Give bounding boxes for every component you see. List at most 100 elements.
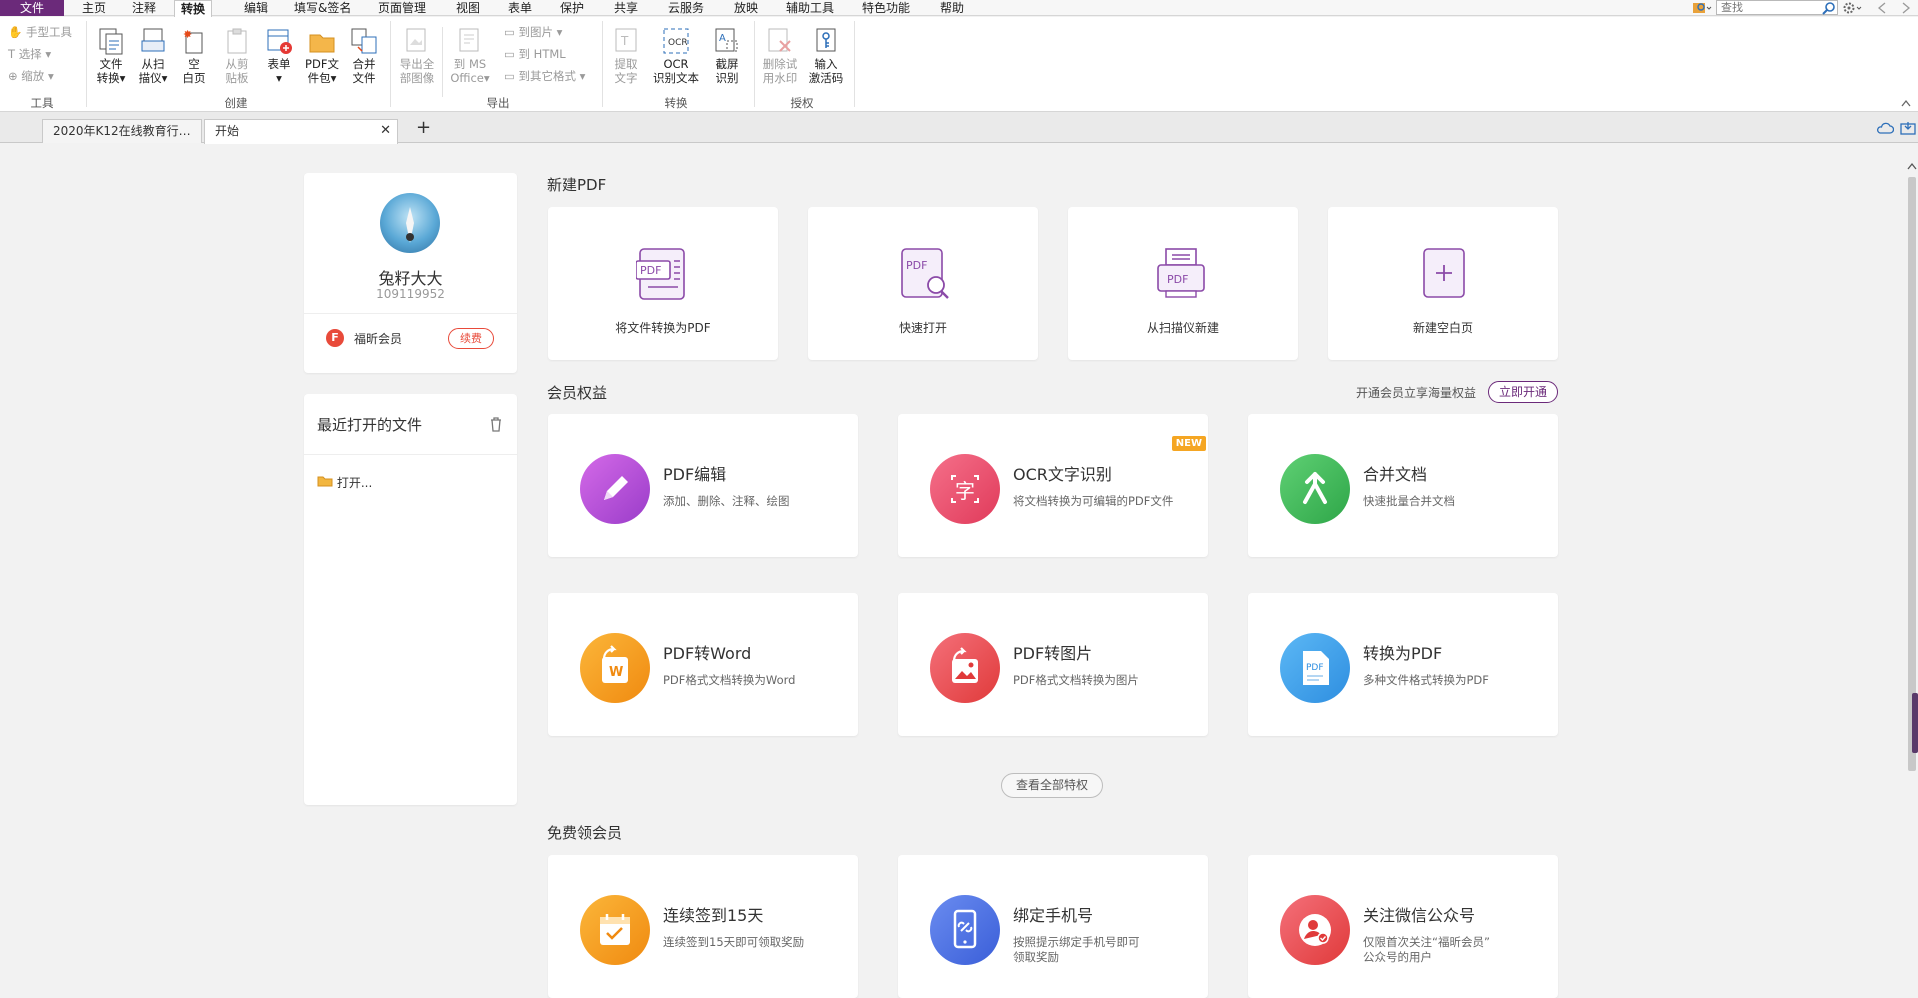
remove-watermark-label-2: 用水印	[762, 71, 798, 85]
menu-fill-sign[interactable]: 填写&签名	[288, 0, 357, 16]
free-card-follow-wechat[interactable]: 关注微信公众号 仅限首次关注“福昕会员” 公众号的用户	[1248, 855, 1558, 998]
benefit-card-ocr[interactable]: NEW 字 OCR文字识别 将文档转换为可编辑的PDF文件	[898, 414, 1208, 557]
settings-icon[interactable]	[1842, 1, 1864, 18]
menu-share[interactable]: 共享	[608, 0, 644, 16]
blank-page-new-icon: ✸	[183, 28, 203, 54]
benefits-title: 会员权益	[547, 384, 608, 402]
benefit-title: PDF转Word	[663, 644, 752, 663]
trash-icon[interactable]	[489, 416, 503, 436]
new-card-convert-to-pdf[interactable]: PDF 将文件转换为PDF	[548, 207, 778, 360]
open-file-link[interactable]: 打开...	[317, 474, 372, 491]
benefit-card-merge[interactable]: 合并文档 快速批量合并文档	[1248, 414, 1558, 557]
menu-file[interactable]: 文件	[0, 0, 64, 16]
benefit-card-convert-to-pdf[interactable]: PDF 转换为PDF 多种文件格式转换为PDF	[1248, 593, 1558, 736]
scroll-up-icon[interactable]	[1907, 155, 1917, 174]
to-other-format-button[interactable]: ▭ 到其它格式 ▾	[504, 69, 585, 83]
free-card-checkin[interactable]: 连续签到15天 连续签到15天即可领取奖励	[548, 855, 858, 998]
vertical-scrollbar[interactable]	[1906, 143, 1918, 970]
free-card-bind-phone[interactable]: 绑定手机号 按照提示绑定手机号即可 领取奖励	[898, 855, 1208, 998]
screenshot-recognize-button[interactable]: A 截屏 识别	[706, 23, 748, 85]
collapse-ribbon-icon[interactable]	[1900, 93, 1912, 112]
new-card-label: 快速打开	[898, 321, 947, 335]
benefits-promo-text: 开通会员立享海量权益	[1356, 386, 1477, 400]
tab-start[interactable]: 开始 ✕	[204, 119, 398, 144]
benefit-card-pdf-to-image[interactable]: PDF转图片 PDF格式文档转换为图片	[898, 593, 1208, 736]
ribbon-separator	[854, 21, 855, 107]
desc-line: 按照提示绑定手机号即可	[1013, 935, 1140, 949]
svg-text:W: W	[609, 665, 623, 680]
screenshot-label-2: 识别	[715, 71, 739, 85]
profile-divider	[304, 313, 517, 314]
zoom-tool-button[interactable]: ⊕ 缩放 ▾	[8, 69, 54, 83]
scrollbar-thumb[interactable]	[1908, 177, 1916, 771]
menu-home[interactable]: 主页	[76, 0, 112, 16]
form-button[interactable]: 表单 ▾	[260, 23, 298, 85]
enter-activation-code-button[interactable]: 输入 激活码	[804, 23, 848, 85]
tab-document[interactable]: 2020年K12在线教育行…	[42, 119, 202, 143]
new-card-from-scanner[interactable]: PDF 从扫描仪新建	[1068, 207, 1298, 360]
nav-forward-icon[interactable]	[1900, 1, 1912, 18]
clipboard-label-1: 从剪	[225, 57, 249, 71]
ribbon-separator	[754, 21, 755, 107]
to-html-button[interactable]: ▭ 到 HTML	[504, 47, 566, 61]
quick-open-icon: PDF	[901, 248, 949, 299]
select-tool-button[interactable]: T 选择 ▾	[8, 47, 51, 61]
export-images-label-2: 部图像	[399, 71, 435, 85]
file-convert-button[interactable]: 文件 转换▾	[90, 23, 132, 85]
find-mode-icon[interactable]	[1692, 1, 1712, 18]
menu-assist-tools[interactable]: 辅助工具	[780, 0, 840, 16]
menu-form[interactable]: 表单	[502, 0, 538, 16]
menu-cloud[interactable]: 云服务	[662, 0, 710, 16]
new-card-quick-open[interactable]: PDF 快速打开	[808, 207, 1038, 360]
svg-text:PDF: PDF	[906, 259, 927, 272]
menu-help[interactable]: 帮助	[934, 0, 970, 16]
view-all-privileges-button[interactable]: 查看全部特权	[1001, 773, 1103, 798]
from-clipboard-button[interactable]: 从剪 贴板	[216, 23, 258, 85]
menu-present[interactable]: 放映	[728, 0, 764, 16]
new-card-blank-page[interactable]: 新建空白页	[1328, 207, 1558, 360]
menu-protect[interactable]: 保护	[554, 0, 590, 16]
export-all-images-button[interactable]: 导出全 部图像	[394, 23, 440, 85]
svg-text:PDF: PDF	[1306, 663, 1324, 673]
svg-text:✸: ✸	[183, 28, 192, 41]
menu-view[interactable]: 视图	[450, 0, 486, 16]
extract-text-button[interactable]: T 提取 文字	[606, 23, 646, 85]
search-icon[interactable]	[1822, 1, 1836, 18]
benefit-card-pdf-edit[interactable]: PDF编辑 添加、删除、注释、绘图	[548, 414, 858, 557]
remove-trial-watermark-button[interactable]: 删除试 用水印	[758, 23, 802, 85]
ms-office-icon	[459, 28, 479, 52]
menu-convert[interactable]: 转换	[174, 0, 213, 17]
scanner-button[interactable]: 从扫 描仪▾	[132, 23, 174, 85]
hand-tool-button[interactable]: ✋ 手型工具	[8, 25, 72, 39]
cloud-icon[interactable]	[1876, 120, 1895, 139]
remove-watermark-label-1: 删除试	[762, 57, 798, 71]
clipboard-label-2: 贴板	[225, 71, 249, 85]
menu-page-manage[interactable]: 页面管理	[372, 0, 432, 16]
pdf-package-button[interactable]: PDF文 件包▾	[300, 23, 344, 85]
menu-edit[interactable]: 编辑	[238, 0, 274, 16]
open-membership-button[interactable]: 立即开通	[1488, 381, 1558, 403]
benefit-card-pdf-to-word[interactable]: W PDF转Word PDF格式文档转换为Word	[548, 593, 858, 736]
to-ms-office-button[interactable]: 到 MS Office▾	[448, 23, 492, 85]
ocr-recognize-text-button[interactable]: OCR OCR 识别文本	[648, 23, 704, 85]
close-tab-icon[interactable]: ✕	[380, 120, 391, 142]
foxit-member-icon: F	[326, 329, 344, 347]
avatar[interactable]	[380, 193, 440, 253]
renew-button[interactable]: 续费	[448, 328, 494, 349]
to-ms-label-2: Office▾	[450, 71, 490, 85]
to-image-button[interactable]: ▭ 到图片 ▾	[504, 25, 562, 39]
recent-files-title: 最近打开的文件	[317, 416, 423, 434]
extract-text-label-2: 文字	[614, 71, 638, 85]
menu-features[interactable]: 特色功能	[856, 0, 916, 16]
wechat-circle	[1280, 895, 1350, 965]
search-input[interactable]	[1716, 0, 1838, 15]
free-card-desc: 按照提示绑定手机号即可 领取奖励	[1013, 935, 1140, 965]
side-panel-handle[interactable]	[1912, 693, 1918, 753]
merge-files-button[interactable]: 合并 文件	[344, 23, 384, 85]
blank-page-button[interactable]: ✸ 空 白页	[176, 23, 212, 85]
download-icon[interactable]	[1900, 120, 1916, 139]
nav-back-icon[interactable]	[1876, 1, 1888, 18]
menu-comment[interactable]: 注释	[126, 0, 162, 16]
new-tab-plus-icon[interactable]: +	[416, 118, 431, 138]
free-member-title: 免费领会员	[547, 824, 623, 842]
